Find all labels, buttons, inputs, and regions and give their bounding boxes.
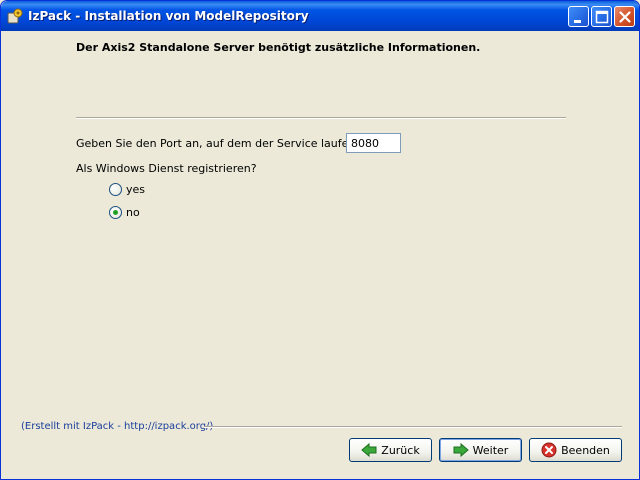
arrow-left-icon — [361, 442, 377, 458]
radio-yes-label: yes — [126, 182, 146, 196]
installer-window: IzPack - Installation von ModelRepositor… — [0, 0, 640, 480]
app-icon — [7, 8, 23, 24]
footer-separator — [204, 426, 622, 428]
minimize-button[interactable] — [568, 6, 589, 27]
service-label: Als Windows Dienst registrieren? — [76, 162, 257, 175]
port-input[interactable] — [346, 133, 401, 153]
radio-yes-indicator[interactable] — [109, 182, 122, 196]
quit-button[interactable]: Beenden — [529, 438, 622, 462]
radio-yes[interactable]: yes — [109, 181, 145, 197]
panel-header: Der Axis2 Standalone Server benötigt zus… — [76, 41, 481, 54]
maximize-icon — [595, 10, 609, 24]
header-separator — [76, 117, 566, 119]
back-button[interactable]: Zurück — [349, 438, 432, 462]
minimize-icon — [574, 20, 581, 23]
izpack-credit-link[interactable]: (Erstellt mit IzPack - http://izpack.org… — [21, 421, 213, 432]
radio-no-indicator[interactable] — [109, 205, 122, 219]
close-button[interactable] — [614, 6, 635, 27]
radio-no-label: no — [126, 205, 140, 219]
close-icon — [619, 11, 631, 23]
title-bar[interactable]: IzPack - Installation von ModelRepositor… — [1, 1, 639, 31]
quit-button-label: Beenden — [561, 443, 610, 457]
arrow-right-icon — [453, 442, 469, 458]
stop-icon — [541, 442, 557, 458]
next-button[interactable]: Weiter — [439, 438, 522, 462]
window-title: IzPack - Installation von ModelRepositor… — [28, 9, 309, 23]
radio-no[interactable]: no — [109, 204, 140, 220]
next-button-label: Weiter — [472, 443, 509, 457]
back-button-label: Zurück — [381, 443, 420, 457]
maximize-button[interactable] — [591, 6, 612, 27]
port-label: Geben Sie den Port an, auf dem der Servi… — [76, 137, 384, 150]
